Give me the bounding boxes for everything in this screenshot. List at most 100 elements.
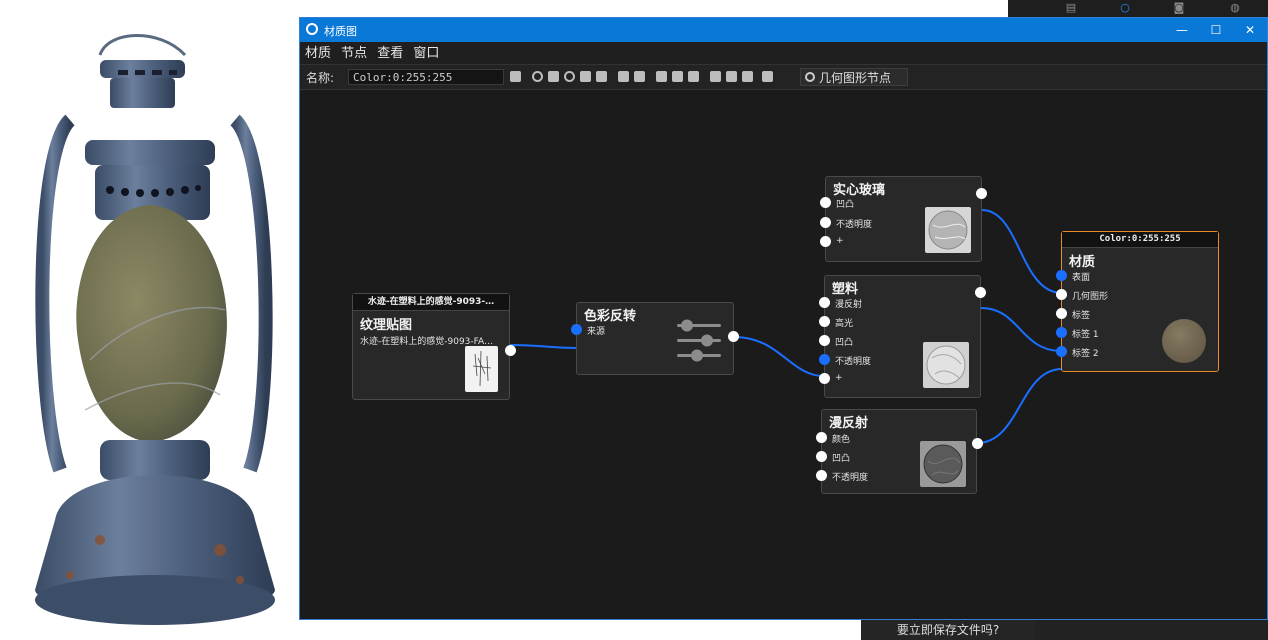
maximize-button[interactable]: ☐ xyxy=(1199,18,1233,42)
glass-add-label: + xyxy=(836,236,844,246)
menu-bar: 材质 节点 查看 窗口 xyxy=(300,42,1267,64)
diffuse-bump-label: 凹凸 xyxy=(832,454,851,464)
plastic-node-title: 塑料 xyxy=(832,282,859,297)
glass-opacity-port[interactable] xyxy=(820,217,831,228)
node-canvas[interactable]: 水迹-在塑料上的感觉-9093-… 纹理贴图 水迹-在塑料上的感觉-9093-F… xyxy=(300,88,1267,619)
plastic-bump-label: 凹凸 xyxy=(835,338,854,348)
invert-output-port[interactable] xyxy=(728,331,739,342)
material-preview-sphere xyxy=(1162,319,1206,363)
diffuse-node[interactable]: 漫反射 颜色 凹凸 不透明度 xyxy=(816,409,983,494)
list-icon[interactable]: ▤ xyxy=(1064,2,1078,14)
material-geometry-port[interactable] xyxy=(1056,289,1067,300)
circle-node-icon[interactable] xyxy=(532,71,543,82)
diffuse-output-port[interactable] xyxy=(972,438,983,449)
diffuse-opacity-port[interactable] xyxy=(816,470,827,481)
save-icon[interactable] xyxy=(510,71,521,82)
menu-node[interactable]: 节点 xyxy=(341,43,367,65)
plastic-preview xyxy=(923,342,969,388)
globe-icon[interactable]: ◍ xyxy=(1228,2,1242,14)
material-tag-port[interactable] xyxy=(1056,308,1067,319)
material-tag2-port[interactable] xyxy=(1056,346,1067,357)
toolbar: 名称: Color:0:255:255 几何图形节点 xyxy=(300,64,1267,90)
solid-glass-node[interactable]: 实心玻璃 凹凸 不透明度 + xyxy=(820,176,987,262)
geometry-icon xyxy=(805,72,815,82)
glass-preview xyxy=(925,207,971,253)
plastic-node[interactable]: 塑料 漫反射 高光 凹凸 不透明度 + xyxy=(819,275,986,398)
wire-invert-to-plastic xyxy=(733,336,825,377)
material-surface-label: 表面 xyxy=(1072,273,1091,283)
frame-icon[interactable] xyxy=(726,71,737,82)
material-node-title: 材质 xyxy=(1069,255,1096,270)
material-tab-icon[interactable]: ○ xyxy=(1118,2,1132,14)
right-panel-tabs: ▤ ○ ◙ ◍ xyxy=(1008,0,1268,17)
glass-bump-port[interactable] xyxy=(820,197,831,208)
plastic-opacity-port[interactable] xyxy=(819,354,830,365)
glass-node-title: 实心玻璃 xyxy=(833,183,886,198)
glass-opacity-label: 不透明度 xyxy=(836,220,873,230)
ungroup-icon[interactable] xyxy=(672,71,683,82)
invert-node-title: 色彩反转 xyxy=(584,309,637,324)
menu-material[interactable]: 材质 xyxy=(305,43,331,65)
close-button[interactable]: ✕ xyxy=(1233,18,1267,42)
link-icon[interactable] xyxy=(688,71,699,82)
material-tag-label: 标签 xyxy=(1072,311,1091,321)
diffuse-bump-port[interactable] xyxy=(816,451,827,462)
diffuse-color-port[interactable] xyxy=(816,432,827,443)
plastic-diffuse-label: 漫反射 xyxy=(835,300,863,310)
menu-view[interactable]: 查看 xyxy=(377,43,403,65)
texture-map-node[interactable]: 水迹-在塑料上的感觉-9093-… 纹理贴图 水迹-在塑料上的感觉-9093-F… xyxy=(352,293,516,400)
fit-icon[interactable] xyxy=(742,71,753,82)
diffuse-preview xyxy=(920,441,966,487)
plastic-opacity-label: 不透明度 xyxy=(835,357,872,367)
group-icon[interactable] xyxy=(656,71,667,82)
target-icon[interactable] xyxy=(564,71,575,82)
plastic-add-port[interactable] xyxy=(819,373,830,384)
back-arrow-icon[interactable] xyxy=(762,71,773,82)
copy-icon[interactable] xyxy=(618,71,629,82)
material-node-header: Color:0:255:255 xyxy=(1062,232,1218,248)
bottom-panel xyxy=(1035,620,1268,640)
delete-icon[interactable] xyxy=(634,71,645,82)
wire-diffuse-to-material-tag2 xyxy=(976,368,1063,444)
layers-icon[interactable] xyxy=(548,71,559,82)
wire-glass-to-material-surface xyxy=(981,209,1063,294)
geometry-node-button[interactable]: 几何图形节点 xyxy=(800,68,908,86)
layout-icon[interactable] xyxy=(710,71,721,82)
glass-add-port[interactable] xyxy=(820,236,831,247)
plastic-specular-port[interactable] xyxy=(819,316,830,327)
texture-output-port[interactable] xyxy=(505,345,516,356)
sliders-icon xyxy=(677,319,721,362)
material-output-node[interactable]: Color:0:255:255 材质 表面 几何图形 标签 标签 1 标签 2 xyxy=(1056,231,1219,372)
name-label: 名称: xyxy=(306,71,335,85)
title-bar[interactable]: 材质图 — ☐ ✕ xyxy=(300,18,1267,42)
geometry-node-label: 几何图形节点 xyxy=(819,71,892,85)
diffuse-node-title: 漫反射 xyxy=(829,416,869,431)
color-invert-node[interactable]: 色彩反转 来源 xyxy=(571,302,739,375)
plastic-add-label: + xyxy=(835,373,843,383)
texture-node-header: 水迹-在塑料上的感觉-9093-… xyxy=(353,294,509,311)
glass-bump-label: 凹凸 xyxy=(836,200,855,210)
window-title: 材质图 xyxy=(324,25,357,38)
plastic-diffuse-port[interactable] xyxy=(819,297,830,308)
material-surface-port[interactable] xyxy=(1056,270,1067,281)
material-tag2-label: 标签 2 xyxy=(1072,349,1099,359)
menu-window[interactable]: 窗口 xyxy=(413,43,439,65)
save-prompt[interactable]: 要立即保存文件吗? xyxy=(861,620,1037,640)
name-input[interactable]: Color:0:255:255 xyxy=(348,69,504,85)
image-icon[interactable] xyxy=(596,71,607,82)
wire-texture-to-invert xyxy=(509,344,578,349)
plastic-bump-port[interactable] xyxy=(819,335,830,346)
diffuse-color-label: 颜色 xyxy=(832,435,851,445)
wire-plastic-to-material-tag1 xyxy=(980,307,1063,352)
invert-source-label: 来源 xyxy=(587,327,606,337)
adjust-icon[interactable] xyxy=(580,71,591,82)
lantern-render-viewport xyxy=(35,34,275,625)
material-tag1-port[interactable] xyxy=(1056,327,1067,338)
invert-source-port[interactable] xyxy=(571,324,582,335)
minimize-button[interactable]: — xyxy=(1165,18,1199,42)
camera-icon[interactable]: ◙ xyxy=(1172,2,1186,14)
texture-thumbnail xyxy=(465,346,498,392)
texture-node-title: 纹理贴图 xyxy=(360,318,413,333)
plastic-output-port[interactable] xyxy=(975,287,986,298)
glass-output-port[interactable] xyxy=(976,188,987,199)
